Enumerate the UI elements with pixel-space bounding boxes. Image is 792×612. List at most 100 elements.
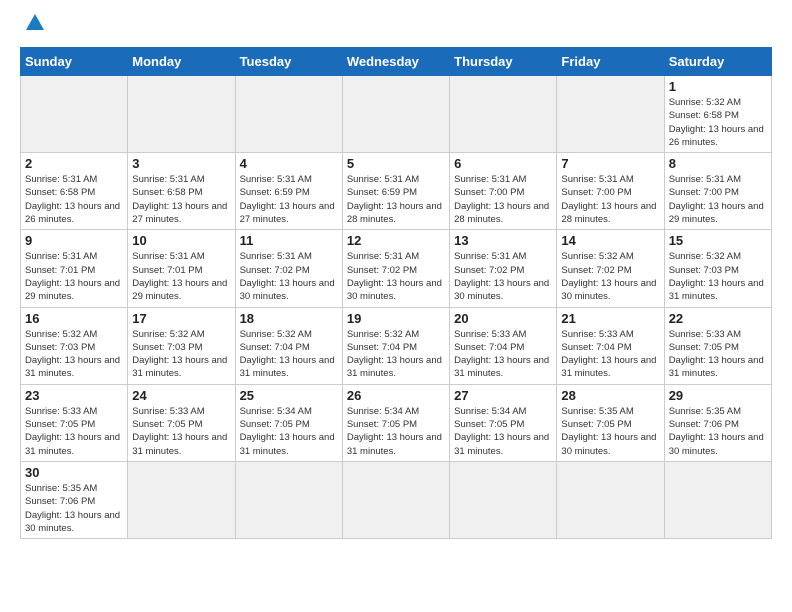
calendar-cell: 10 Sunrise: 5:31 AM Sunset: 7:01 PM Dayli… [128,230,235,307]
calendar-cell [235,76,342,153]
calendar-table: Sunday Monday Tuesday Wednesday Thursday… [20,47,772,539]
day-number: 3 [132,156,230,171]
day-number: 15 [669,233,767,248]
day-number: 7 [561,156,659,171]
calendar-cell: 24Sunrise: 5:33 AM Sunset: 7:05 PM Dayli… [128,384,235,461]
calendar-cell: 6 Sunrise: 5:31 AM Sunset: 7:00 PM Daylig… [450,153,557,230]
day-info: Sunrise: 5:33 AM Sunset: 7:05 PM Dayligh… [669,328,767,381]
calendar-cell: 23 Sunrise: 5:33 AM Sunset: 7:05 PM Dayli… [21,384,128,461]
day-number: 28 [561,388,659,403]
calendar-cell: 27 Sunrise: 5:34 AM Sunset: 7:05 PM Dayli… [450,384,557,461]
calendar-cell: 25 Sunrise: 5:34 AM Sunset: 7:05 PM Dayli… [235,384,342,461]
calendar-cell: 20 Sunrise: 5:33 AM Sunset: 7:04 PM Dayli… [450,307,557,384]
header-wednesday: Wednesday [342,48,449,76]
day-info: Sunrise: 5:34 AM Sunset: 7:05 PM Dayligh… [347,405,445,458]
day-info: Sunrise: 5:31 AM Sunset: 6:59 PM Dayligh… [347,173,445,226]
calendar-cell: 5 Sunrise: 5:31 AM Sunset: 6:59 PM Daylig… [342,153,449,230]
header-saturday: Saturday [664,48,771,76]
day-number: 19 [347,311,445,326]
day-number: 30 [25,465,123,480]
day-number: 11 [240,233,338,248]
calendar-cell: 12 Sunrise: 5:31 AM Sunset: 7:02 PM Dayli… [342,230,449,307]
day-number: 27 [454,388,552,403]
day-info: Sunrise: 5:31 AM Sunset: 7:01 PM Dayligh… [132,250,230,303]
day-info: Sunrise: 5:32 AM Sunset: 7:04 PM Dayligh… [347,328,445,381]
day-info: Sunrise: 5:32 AM Sunset: 7:03 PM Dayligh… [669,250,767,303]
calendar-cell: 1 Sunrise: 5:32 AM Sunset: 6:58 PM Daylig… [664,76,771,153]
day-info: Sunrise: 5:31 AM Sunset: 7:02 PM Dayligh… [347,250,445,303]
day-info: Sunrise: 5:31 AM Sunset: 7:00 PM Dayligh… [454,173,552,226]
calendar-cell [557,76,664,153]
day-info: Sunrise: 5:35 AM Sunset: 7:05 PM Dayligh… [561,405,659,458]
day-number: 1 [669,79,767,94]
calendar-cell [128,76,235,153]
calendar-cell: 28 Sunrise: 5:35 AM Sunset: 7:05 PM Dayli… [557,384,664,461]
calendar-cell: 29Sunrise: 5:35 AM Sunset: 7:06 PM Dayli… [664,384,771,461]
day-info: Sunrise: 5:31 AM Sunset: 6:58 PM Dayligh… [132,173,230,226]
logo-area [20,16,46,43]
day-number: 23 [25,388,123,403]
calendar-cell: 2Sunrise: 5:31 AM Sunset: 6:58 PM Daylig… [21,153,128,230]
day-number: 21 [561,311,659,326]
day-info: Sunrise: 5:32 AM Sunset: 7:03 PM Dayligh… [25,328,123,381]
day-number: 5 [347,156,445,171]
calendar-cell: 14Sunrise: 5:32 AM Sunset: 7:02 PM Dayli… [557,230,664,307]
calendar-cell [450,76,557,153]
calendar-cell [342,76,449,153]
calendar-cell: 9Sunrise: 5:31 AM Sunset: 7:01 PM Daylig… [21,230,128,307]
calendar-cell: 21Sunrise: 5:33 AM Sunset: 7:04 PM Dayli… [557,307,664,384]
day-number: 20 [454,311,552,326]
day-info: Sunrise: 5:31 AM Sunset: 7:02 PM Dayligh… [240,250,338,303]
day-number: 25 [240,388,338,403]
calendar-cell: 11 Sunrise: 5:31 AM Sunset: 7:02 PM Dayli… [235,230,342,307]
calendar-cell [450,461,557,538]
calendar-cell: 7 Sunrise: 5:31 AM Sunset: 7:00 PM Daylig… [557,153,664,230]
day-info: Sunrise: 5:33 AM Sunset: 7:05 PM Dayligh… [25,405,123,458]
calendar-cell [342,461,449,538]
day-number: 10 [132,233,230,248]
day-number: 4 [240,156,338,171]
day-number: 12 [347,233,445,248]
calendar-cell [128,461,235,538]
day-info: Sunrise: 5:31 AM Sunset: 7:02 PM Dayligh… [454,250,552,303]
day-number: 6 [454,156,552,171]
day-info: Sunrise: 5:31 AM Sunset: 7:01 PM Dayligh… [25,250,123,303]
day-number: 14 [561,233,659,248]
calendar-cell: 30Sunrise: 5:35 AM Sunset: 7:06 PM Dayli… [21,461,128,538]
day-info: Sunrise: 5:32 AM Sunset: 7:03 PM Dayligh… [132,328,230,381]
calendar-cell: 18 Sunrise: 5:32 AM Sunset: 7:04 PM Dayli… [235,307,342,384]
calendar-cell: 22 Sunrise: 5:33 AM Sunset: 7:05 PM Dayli… [664,307,771,384]
header-tuesday: Tuesday [235,48,342,76]
day-number: 16 [25,311,123,326]
weekday-header-row: Sunday Monday Tuesday Wednesday Thursday… [21,48,772,76]
calendar-cell: 26 Sunrise: 5:34 AM Sunset: 7:05 PM Dayli… [342,384,449,461]
calendar-cell [21,76,128,153]
day-number: 17 [132,311,230,326]
day-info: Sunrise: 5:33 AM Sunset: 7:04 PM Dayligh… [454,328,552,381]
day-number: 18 [240,311,338,326]
header-friday: Friday [557,48,664,76]
calendar-cell: 4 Sunrise: 5:31 AM Sunset: 6:59 PM Daylig… [235,153,342,230]
logo-icon [24,12,46,34]
day-number: 22 [669,311,767,326]
day-number: 8 [669,156,767,171]
day-number: 26 [347,388,445,403]
header-monday: Monday [128,48,235,76]
day-info: Sunrise: 5:31 AM Sunset: 7:00 PM Dayligh… [561,173,659,226]
calendar-cell [664,461,771,538]
day-info: Sunrise: 5:31 AM Sunset: 7:00 PM Dayligh… [669,173,767,226]
header-sunday: Sunday [21,48,128,76]
day-info: Sunrise: 5:34 AM Sunset: 7:05 PM Dayligh… [240,405,338,458]
calendar-cell: 13Sunrise: 5:31 AM Sunset: 7:02 PM Dayli… [450,230,557,307]
calendar-cell: 17 Sunrise: 5:32 AM Sunset: 7:03 PM Dayli… [128,307,235,384]
calendar-cell [235,461,342,538]
day-info: Sunrise: 5:32 AM Sunset: 7:04 PM Dayligh… [240,328,338,381]
calendar-cell: 19 Sunrise: 5:32 AM Sunset: 7:04 PM Dayli… [342,307,449,384]
day-info: Sunrise: 5:32 AM Sunset: 6:58 PM Dayligh… [669,96,767,149]
calendar-cell: 3 Sunrise: 5:31 AM Sunset: 6:58 PM Daylig… [128,153,235,230]
day-info: Sunrise: 5:34 AM Sunset: 7:05 PM Dayligh… [454,405,552,458]
calendar-cell: 15 Sunrise: 5:32 AM Sunset: 7:03 PM Dayli… [664,230,771,307]
day-number: 29 [669,388,767,403]
day-info: Sunrise: 5:31 AM Sunset: 6:58 PM Dayligh… [25,173,123,226]
day-info: Sunrise: 5:31 AM Sunset: 6:59 PM Dayligh… [240,173,338,226]
